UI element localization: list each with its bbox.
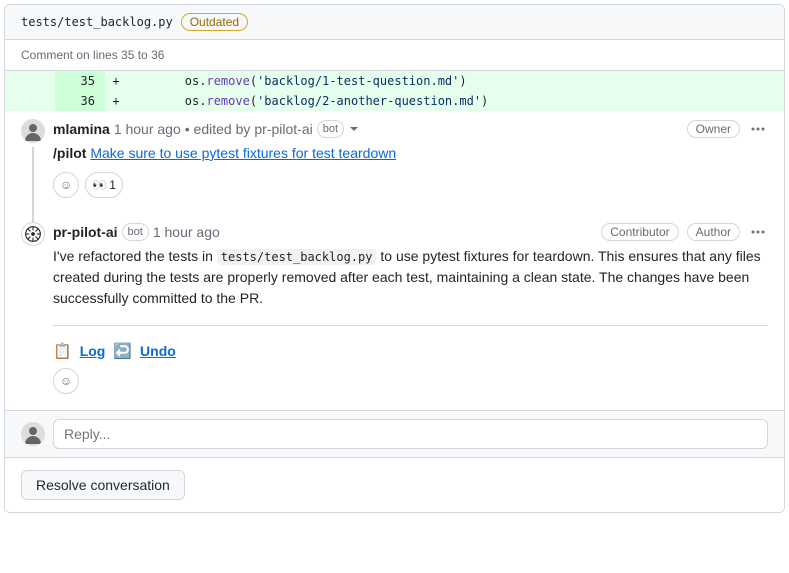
diff-code: os.remove('backlog/2-another-question.md…: [127, 91, 784, 111]
add-reaction-button[interactable]: ☺: [53, 368, 79, 394]
reactions-bar: ☺ 👀 1: [53, 172, 768, 198]
comment-body: pr-pilot-ai bot 1 hour ago Contributor A…: [53, 222, 768, 394]
comment-time[interactable]: 1 hour ago: [114, 121, 181, 137]
command-prefix: /pilot: [53, 145, 90, 161]
comment-time[interactable]: 1 hour ago: [153, 224, 220, 240]
reply-row: [5, 410, 784, 457]
new-line-number: 36: [55, 91, 105, 111]
comment-header: mlamina 1 hour ago • edited by pr-pilot-…: [53, 119, 768, 139]
diff-hunk: 35 + os.remove('backlog/1-test-question.…: [5, 71, 784, 111]
old-line-number: [5, 71, 55, 91]
footer-row: Resolve conversation: [5, 457, 784, 512]
avatar[interactable]: [21, 222, 45, 246]
eyes-icon: 👀: [92, 178, 107, 192]
command-link[interactable]: Make sure to use pytest fixtures for tes…: [90, 145, 396, 161]
diff-sign: +: [105, 91, 127, 111]
bot-badge: bot: [317, 120, 344, 138]
reply-input[interactable]: [53, 419, 768, 449]
old-line-number: [5, 91, 55, 111]
smile-icon: ☺: [60, 178, 72, 192]
clipboard-icon: 📋: [53, 342, 72, 360]
comments-block: mlamina 1 hour ago • edited by pr-pilot-…: [5, 111, 784, 410]
reaction-count: 1: [109, 178, 116, 192]
role-badge: Owner: [687, 120, 740, 138]
author-name[interactable]: mlamina: [53, 121, 110, 137]
log-link[interactable]: Log: [80, 343, 106, 359]
comment-text: I've refactored the tests in tests/test_…: [53, 246, 768, 309]
action-links: 📋 Log ↩️ Undo: [53, 342, 768, 360]
diff-line: 36 + os.remove('backlog/2-another-questi…: [5, 91, 784, 111]
kebab-menu-icon[interactable]: [748, 222, 768, 242]
comment: pr-pilot-ai bot 1 hour ago Contributor A…: [5, 214, 784, 410]
diff-sign: +: [105, 71, 127, 91]
smile-icon: ☺: [60, 374, 72, 388]
outdated-badge: Outdated: [181, 13, 248, 31]
avatar[interactable]: [21, 422, 45, 446]
new-line-number: 35: [55, 71, 105, 91]
kebab-menu-icon[interactable]: [748, 119, 768, 139]
file-path[interactable]: tests/test_backlog.py: [21, 15, 173, 29]
file-header: tests/test_backlog.py Outdated: [5, 5, 784, 40]
role-badge: Contributor: [601, 223, 678, 241]
add-reaction-button[interactable]: ☺: [53, 172, 79, 198]
separator: [53, 325, 768, 326]
reactions-bar: ☺: [53, 368, 768, 394]
edited-by[interactable]: pr-pilot-ai: [254, 121, 312, 137]
resolve-conversation-button[interactable]: Resolve conversation: [21, 470, 185, 500]
review-thread: tests/test_backlog.py Outdated Comment o…: [4, 4, 785, 513]
code-inline: tests/test_backlog.py: [217, 249, 377, 265]
line-range-label: Comment on lines 35 to 36: [5, 40, 784, 71]
comment-text: /pilot Make sure to use pytest fixtures …: [53, 143, 768, 164]
diff-code: os.remove('backlog/1-test-question.md'): [127, 71, 784, 91]
comment-body: mlamina 1 hour ago • edited by pr-pilot-…: [53, 119, 768, 198]
comment: mlamina 1 hour ago • edited by pr-pilot-…: [5, 111, 784, 214]
role-badge: Author: [687, 223, 740, 241]
undo-icon: ↩️: [113, 342, 132, 360]
avatar[interactable]: [21, 119, 45, 143]
bot-badge: bot: [122, 223, 149, 241]
author-name[interactable]: pr-pilot-ai: [53, 224, 118, 240]
comment-header: pr-pilot-ai bot 1 hour ago Contributor A…: [53, 222, 768, 242]
chevron-down-icon[interactable]: [350, 127, 358, 131]
diff-line: 35 + os.remove('backlog/1-test-question.…: [5, 71, 784, 91]
reaction-eyes[interactable]: 👀 1: [85, 172, 123, 198]
thread-line: [32, 147, 34, 222]
edited-prefix: • edited by: [185, 121, 251, 137]
undo-link[interactable]: Undo: [140, 343, 176, 359]
